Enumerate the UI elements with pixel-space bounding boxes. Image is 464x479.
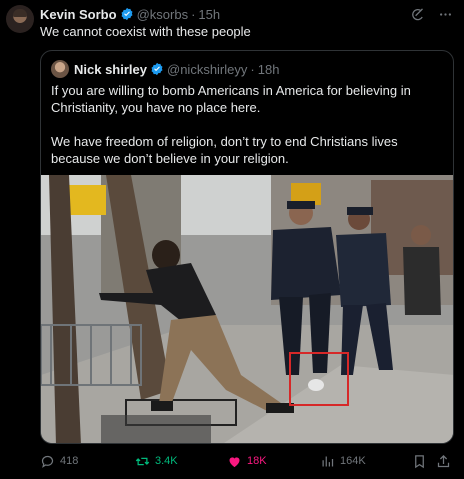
- views-icon: [322, 456, 334, 466]
- heart-icon: [229, 456, 240, 467]
- reply-button[interactable]: 418: [40, 452, 78, 470]
- share-button[interactable]: [436, 452, 451, 470]
- separator-dot: ·: [191, 6, 196, 22]
- like-button[interactable]: 18K: [227, 452, 267, 470]
- quoted-author-handle[interactable]: @nickshirleyy: [167, 62, 247, 77]
- action-bar: 418 3.4K 18K 164K: [40, 452, 454, 470]
- author-name[interactable]: Kevin Sorbo: [40, 7, 117, 22]
- more-icon[interactable]: [436, 5, 454, 23]
- quoted-post-text: If you are willing to bomb Americans in …: [51, 82, 445, 184]
- quoted-post-time[interactable]: 18h: [258, 62, 280, 77]
- street-scene-photo: [41, 175, 453, 443]
- quoted-paragraph-1: If you are willing to bomb Americans in …: [51, 83, 411, 115]
- quoted-post[interactable]: Nick shirley @nickshirleyy · 18h If you …: [40, 50, 454, 444]
- post-photo[interactable]: [41, 175, 453, 443]
- post[interactable]: Kevin Sorbo @ksorbs · 15h We cannot coex…: [0, 0, 464, 479]
- verified-badge-icon: [150, 62, 164, 76]
- separator-dot: ·: [250, 61, 255, 77]
- post-time[interactable]: 15h: [198, 7, 220, 22]
- quoted-author-name[interactable]: Nick shirley: [74, 62, 147, 77]
- retweet-button[interactable]: 3.4K: [135, 452, 178, 470]
- bookmark-button[interactable]: [412, 452, 427, 470]
- header-icons: [408, 5, 454, 23]
- views-count: 164K: [340, 455, 366, 467]
- author-avatar[interactable]: [6, 5, 34, 33]
- share-icon: [437, 454, 450, 467]
- reply-icon: [41, 455, 54, 468]
- retweet-icon: [135, 457, 150, 465]
- author-handle[interactable]: @ksorbs: [137, 7, 189, 22]
- verified-badge-icon: [120, 7, 134, 21]
- reply-count: 418: [60, 455, 79, 467]
- quoted-paragraph-2: We have freedom of religion, don’t try t…: [51, 134, 398, 166]
- quoted-post-header: Nick shirley @nickshirleyy · 18h: [74, 60, 279, 78]
- post-text: We cannot coexist with these people: [40, 24, 251, 39]
- quoted-author-avatar[interactable]: [51, 60, 69, 78]
- views-button[interactable]: 164K: [320, 452, 366, 470]
- retweet-count: 3.4K: [155, 455, 178, 467]
- like-count: 18K: [247, 455, 267, 467]
- grok-icon[interactable]: [408, 5, 426, 23]
- bookmark-icon: [415, 454, 424, 468]
- post-header: Kevin Sorbo @ksorbs · 15h: [40, 5, 220, 23]
